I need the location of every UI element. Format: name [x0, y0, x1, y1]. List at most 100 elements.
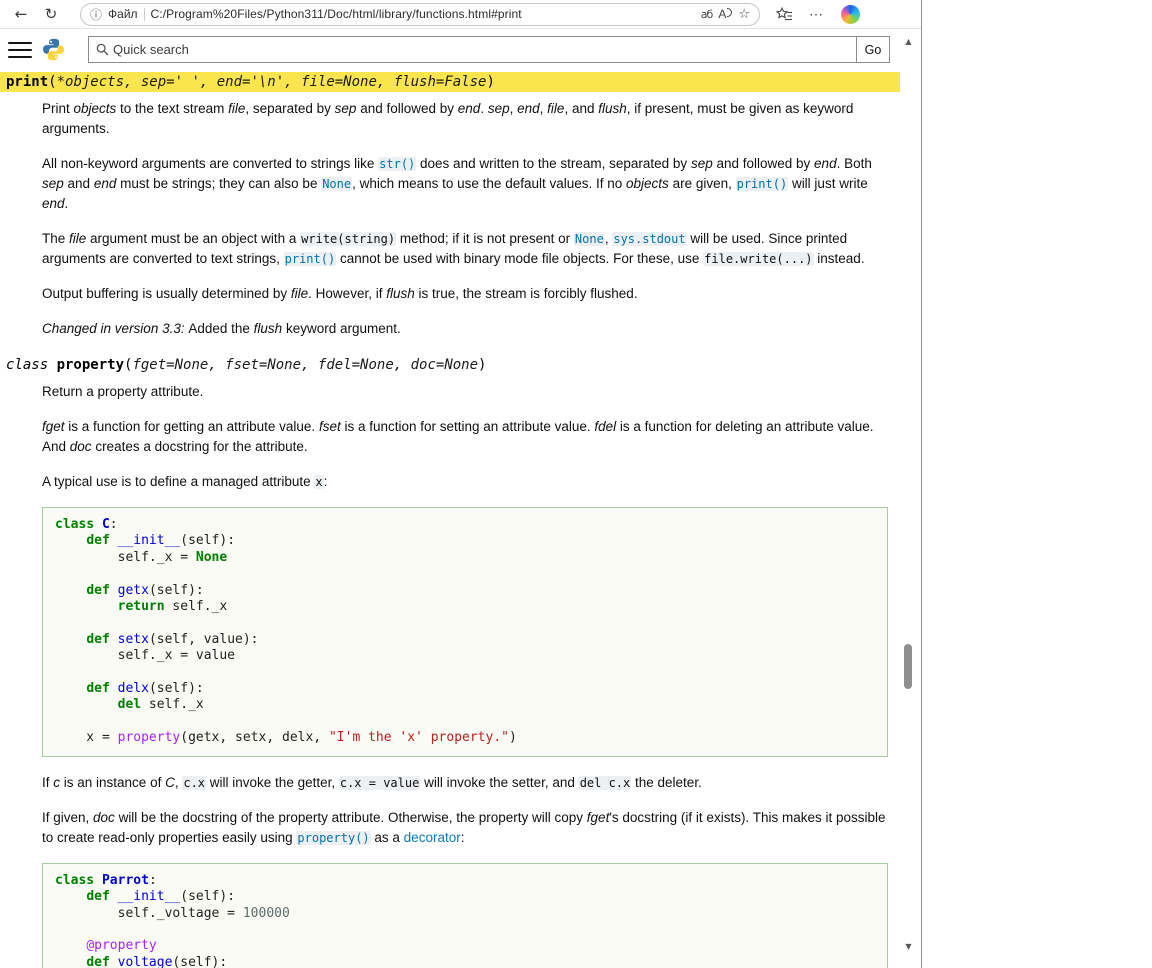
code-link[interactable]: None [321, 177, 352, 191]
code-link[interactable]: property() [296, 831, 370, 845]
translate-icon[interactable]: аб [701, 8, 713, 21]
text-run: fget [587, 810, 610, 825]
text-run: del c.x [579, 776, 632, 790]
code-link[interactable]: str() [378, 157, 416, 171]
text-run: property [57, 357, 124, 373]
code-token: 100000 [243, 906, 290, 921]
text-run: flush [254, 321, 283, 336]
doc-paragraph: A typical use is to define a managed att… [42, 472, 888, 492]
code-token: def [86, 583, 109, 598]
code-link[interactable]: sys.stdout [612, 232, 686, 246]
text-run: end [42, 196, 65, 211]
text-run: objects [626, 176, 669, 191]
text-run: objects [74, 101, 117, 116]
refresh-button[interactable]: ↻ [36, 2, 66, 26]
text-run: c [53, 775, 60, 790]
address-separator [144, 8, 145, 21]
code-token: class [55, 517, 94, 532]
python-logo-icon[interactable] [41, 37, 66, 62]
code-token: C [102, 517, 110, 532]
text-run: *objects, sep=' ', end='\n', file=None, … [57, 74, 487, 90]
code-token: __init__ [118, 889, 181, 904]
doc-paragraph: The file argument must be an object with… [42, 229, 888, 269]
text-run: doc [93, 810, 115, 825]
read-aloud-icon[interactable]: A [718, 7, 732, 21]
code-token: def [86, 955, 109, 968]
text-run: end [458, 101, 481, 116]
code-token: del [118, 697, 141, 712]
code-token: "I'm the 'x' property." [329, 730, 509, 745]
property-signature: class property(fget=None, fset=None, fde… [0, 355, 900, 375]
more-menu-icon[interactable]: ⋯ [809, 6, 823, 23]
info-icon[interactable]: ⓘ [90, 6, 102, 23]
code-example-parrot-class: class Parrot: def __init__(self): self._… [42, 863, 888, 968]
code-link[interactable]: None [574, 232, 605, 246]
text-run: file [547, 101, 564, 116]
text-run: print [6, 74, 48, 90]
browser-window: ← ↻ ⓘ Файл C:/Program%20Files/Python311/… [0, 0, 922, 968]
docs-top-bar: Go [0, 29, 900, 69]
browser-toolbar: ← ↻ ⓘ Файл C:/Program%20Files/Python311/… [0, 0, 921, 29]
text-link[interactable]: decorator [404, 830, 461, 845]
text-run: c.x [182, 776, 206, 790]
code-link[interactable]: print() [284, 252, 337, 266]
property-description: Return a property attribute. fget is a f… [42, 382, 888, 968]
text-run: x [314, 475, 323, 489]
code-token: setx [118, 632, 149, 647]
text-run: file [69, 231, 86, 246]
code-token: def [86, 681, 109, 696]
search-icon [96, 43, 109, 56]
read-aloud-wave [727, 8, 732, 17]
code-token: delx [118, 681, 149, 696]
copilot-icon[interactable] [841, 5, 860, 24]
python-logo-glyph [41, 37, 66, 62]
text-run: sep [335, 101, 357, 116]
text-run: sep [488, 101, 510, 116]
favorites-hub-icon[interactable] [776, 7, 793, 22]
code-token: None [196, 550, 227, 565]
text-run: file [291, 286, 308, 301]
text-run: end [517, 101, 540, 116]
doc-paragraph: If c is an instance of C, c.x will invok… [42, 773, 888, 793]
text-run: C [165, 775, 175, 790]
print-description: Print objects to the text stream file, s… [42, 99, 888, 339]
code-token: return [118, 599, 165, 614]
address-bar[interactable]: ⓘ Файл C:/Program%20Files/Python311/Doc/… [80, 3, 760, 26]
desktop: ← ↻ ⓘ Файл C:/Program%20Files/Python311/… [0, 0, 1152, 968]
text-run: fget [42, 419, 65, 434]
doc-paragraph: If given, doc will be the docstring of t… [42, 808, 888, 848]
doc-paragraph: fget is a function for getting an attrib… [42, 417, 888, 457]
doc-paragraph: Return a property attribute. [42, 382, 888, 402]
text-run: flush [598, 101, 627, 116]
text-run: doc [70, 439, 92, 454]
doc-paragraph: All non-keyword arguments are converted … [42, 154, 888, 214]
text-run: end [94, 176, 117, 191]
code-token: Parrot [102, 873, 149, 888]
menu-icon[interactable] [8, 42, 32, 58]
code-token: __init__ [118, 533, 181, 548]
text-run: fset [319, 419, 341, 434]
url-text[interactable]: C:/Program%20Files/Python311/Doc/html/li… [151, 7, 695, 21]
text-run: sep [42, 176, 64, 191]
print-signature: print(*objects, sep=' ', end='\n', file=… [0, 72, 900, 92]
code-token: @property [86, 938, 156, 953]
text-run: class [6, 357, 57, 373]
text-run: write(string) [300, 232, 396, 246]
code-link[interactable]: print() [736, 177, 789, 191]
code-token: def [86, 632, 109, 647]
search-go-button[interactable]: Go [856, 37, 889, 62]
site-permissions-label: Файл [108, 7, 138, 21]
code-token: def [86, 533, 109, 548]
back-button[interactable]: ← [6, 2, 36, 26]
page-scrollbar[interactable]: ▲ ▼ [901, 30, 916, 958]
scroll-down-arrow[interactable]: ▼ [901, 939, 916, 954]
scroll-up-arrow[interactable]: ▲ [901, 34, 916, 49]
favorites-star-icon[interactable]: ☆ [738, 7, 750, 22]
code-example-property-class: class C: def __init__(self): self._x = N… [42, 507, 888, 757]
search-input[interactable] [113, 42, 856, 57]
text-run: c.x = value [339, 776, 420, 790]
code-token: voltage [118, 955, 173, 968]
code-token: class [55, 873, 94, 888]
scrollbar-thumb[interactable] [904, 644, 912, 689]
text-run: end [814, 156, 837, 171]
